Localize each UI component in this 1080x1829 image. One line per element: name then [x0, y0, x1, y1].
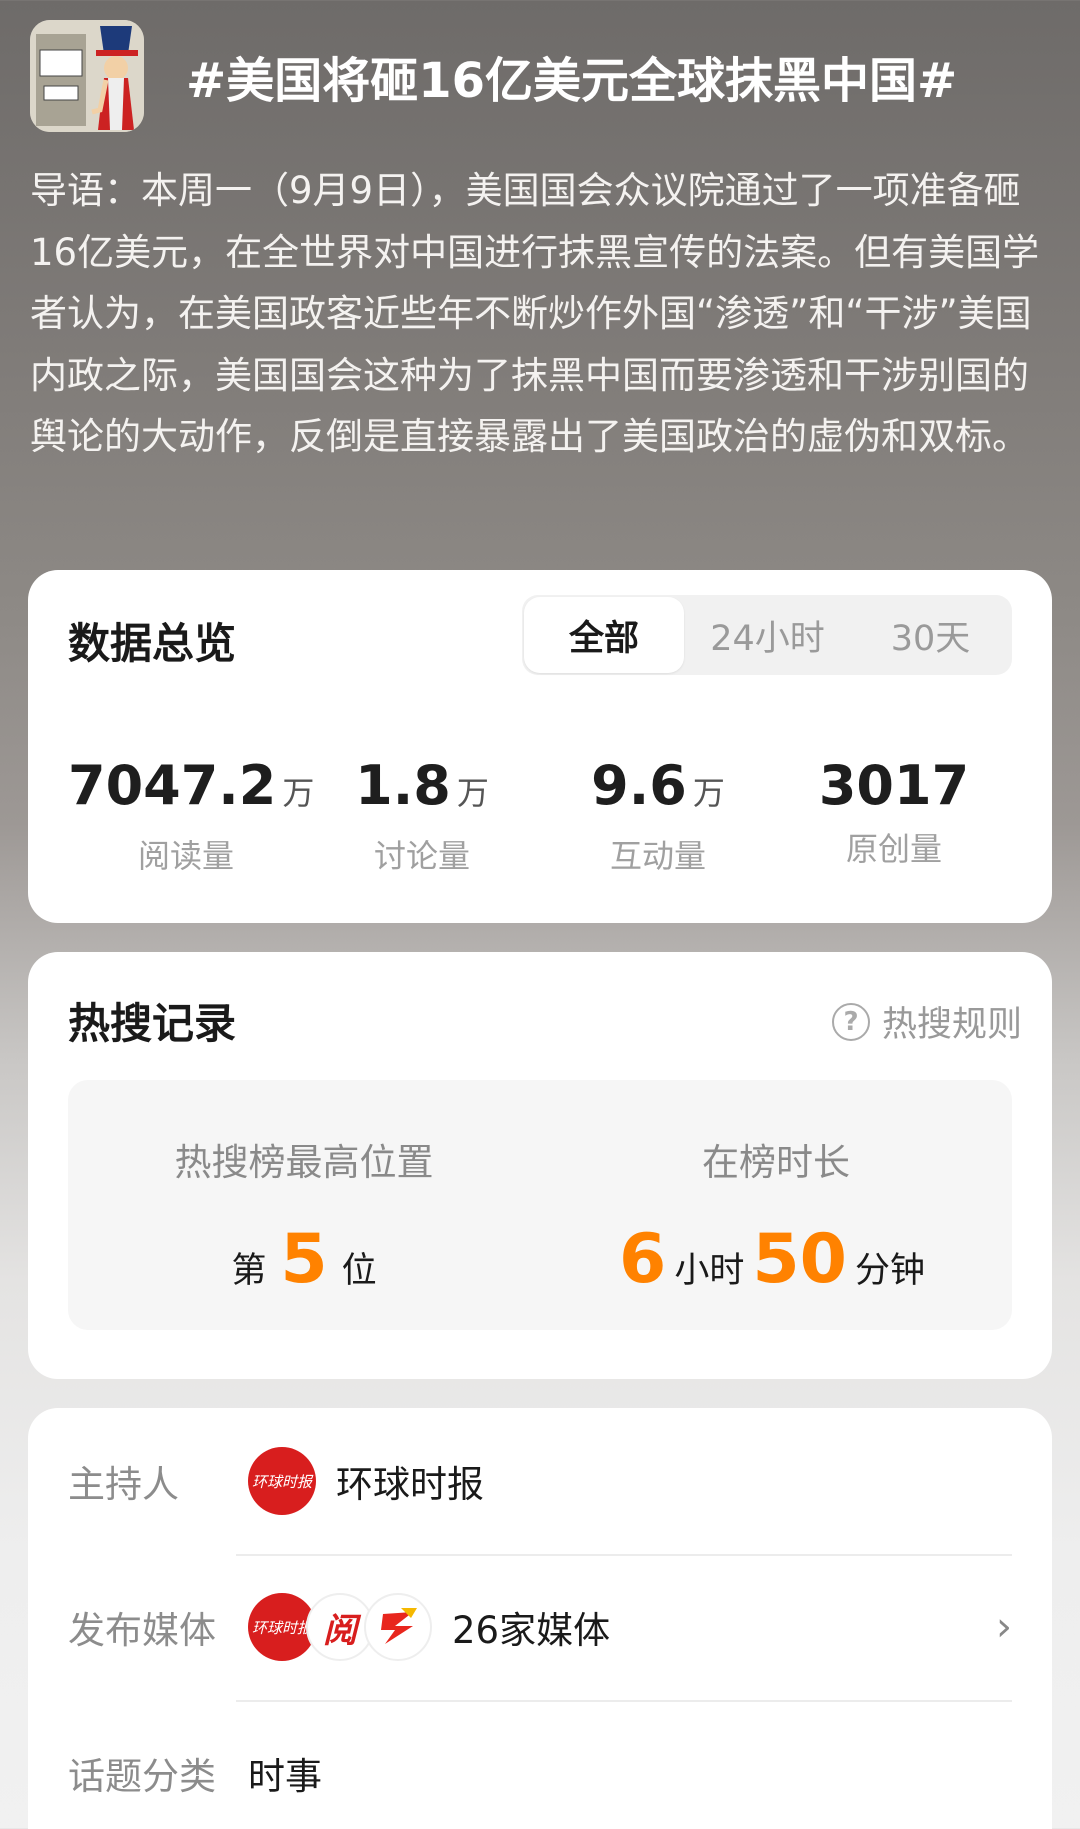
category-row: 话题分类 时事	[68, 1700, 1012, 1829]
rank-prefix: 第	[231, 1251, 267, 1291]
host-row[interactable]: 主持人 环球时报 环球时报	[68, 1408, 1012, 1554]
host-avatar: 环球时报	[248, 1447, 316, 1515]
topic-info-card: 主持人 环球时报 环球时报 发布媒体 环球时报 阅 26家媒体 › 话题分类 时…	[28, 1408, 1052, 1829]
host-name: 环球时报	[336, 1463, 484, 1506]
tab-30d[interactable]: 30天	[849, 595, 1012, 675]
topic-thumbnail[interactable]	[30, 20, 144, 132]
rank-suffix: 位	[341, 1251, 377, 1291]
time-range-tabs: 全部 24小时 30天	[522, 595, 1012, 675]
stat-reads: 7047.2 万 阅读量	[68, 754, 314, 877]
cartoon-image	[30, 20, 144, 132]
category-value: 时事	[248, 1755, 322, 1798]
best-rank-label: 热搜榜最高位置	[174, 1141, 434, 1184]
stat-label: 原创量	[845, 830, 942, 868]
minutes-unit: 分钟	[854, 1251, 925, 1291]
tab-all[interactable]: 全部	[524, 597, 684, 673]
tab-24h[interactable]: 24小时	[686, 595, 849, 675]
best-rank: 热搜榜最高位置 第 5 位	[68, 1080, 540, 1299]
chevron-right-icon[interactable]: ›	[996, 1604, 1012, 1650]
media-avatar	[364, 1593, 432, 1661]
stat-label: 阅读量	[137, 837, 234, 875]
time-on-list: 在榜时长 6 小时 50 分钟	[540, 1080, 1012, 1299]
stat-value: 9.6	[591, 754, 687, 817]
media-label: 发布媒体	[68, 1609, 216, 1652]
minutes-value: 50	[752, 1220, 847, 1299]
media-logo-icon	[381, 1608, 417, 1644]
stat-unit: 万	[456, 774, 489, 812]
stat-value: 1.8	[355, 754, 451, 817]
question-icon: ?	[831, 1002, 870, 1041]
media-row[interactable]: 发布媒体 环球时报 阅 26家媒体 ›	[68, 1554, 1012, 1700]
hot-search-stats: 热搜榜最高位置 第 5 位 在榜时长 6 小时 50 分钟	[68, 1080, 1012, 1330]
hours-value: 6	[619, 1220, 667, 1299]
topic-header: #美国将砸16亿美元全球抹黑中国#	[30, 20, 1050, 132]
stat-discussions: 1.8 万 讨论量	[304, 756, 540, 877]
stat-label: 互动量	[609, 837, 706, 875]
hot-search-rules-link[interactable]: ? 热搜规则	[831, 996, 1022, 1047]
data-overview-card: 数据总览 全部 24小时 30天 7047.2 万 阅读量 1.8 万 讨论量 9.…	[28, 570, 1052, 923]
stat-originals: 3017 原创量	[776, 756, 1012, 877]
media-avatars: 环球时报 阅	[248, 1593, 432, 1661]
topic-intro: 导语：本周一（9月9日），美国国会众议院通过了一项准备砸16亿美元，在全世界对中…	[30, 169, 1040, 458]
stat-value: 7047.2	[68, 754, 277, 817]
rank-value: 5	[280, 1220, 328, 1299]
rules-label: 热搜规则	[881, 1005, 1022, 1045]
host-label: 主持人	[68, 1463, 179, 1506]
overview-title: 数据总览	[68, 619, 237, 668]
hot-search-card: 热搜记录 ? 热搜规则 热搜榜最高位置 第 5 位 在榜时长 6 小时 50 分…	[28, 952, 1052, 1379]
category-label: 话题分类	[68, 1755, 216, 1798]
stats-row: 7047.2 万 阅读量 1.8 万 讨论量 9.6 万 互动量 3017 原创量	[68, 756, 1018, 877]
stat-unit: 万	[692, 774, 725, 812]
stat-value: 3017	[818, 754, 970, 817]
stat-label: 讨论量	[373, 837, 470, 875]
hours-unit: 小时	[674, 1251, 745, 1291]
topic-title: #美国将砸16亿美元全球抹黑中国#	[186, 53, 958, 109]
time-on-list-label: 在榜时长	[702, 1141, 850, 1184]
stat-interactions: 9.6 万 互动量	[540, 756, 776, 877]
media-count: 26家媒体	[452, 1609, 611, 1652]
hot-search-title: 热搜记录	[68, 999, 237, 1048]
